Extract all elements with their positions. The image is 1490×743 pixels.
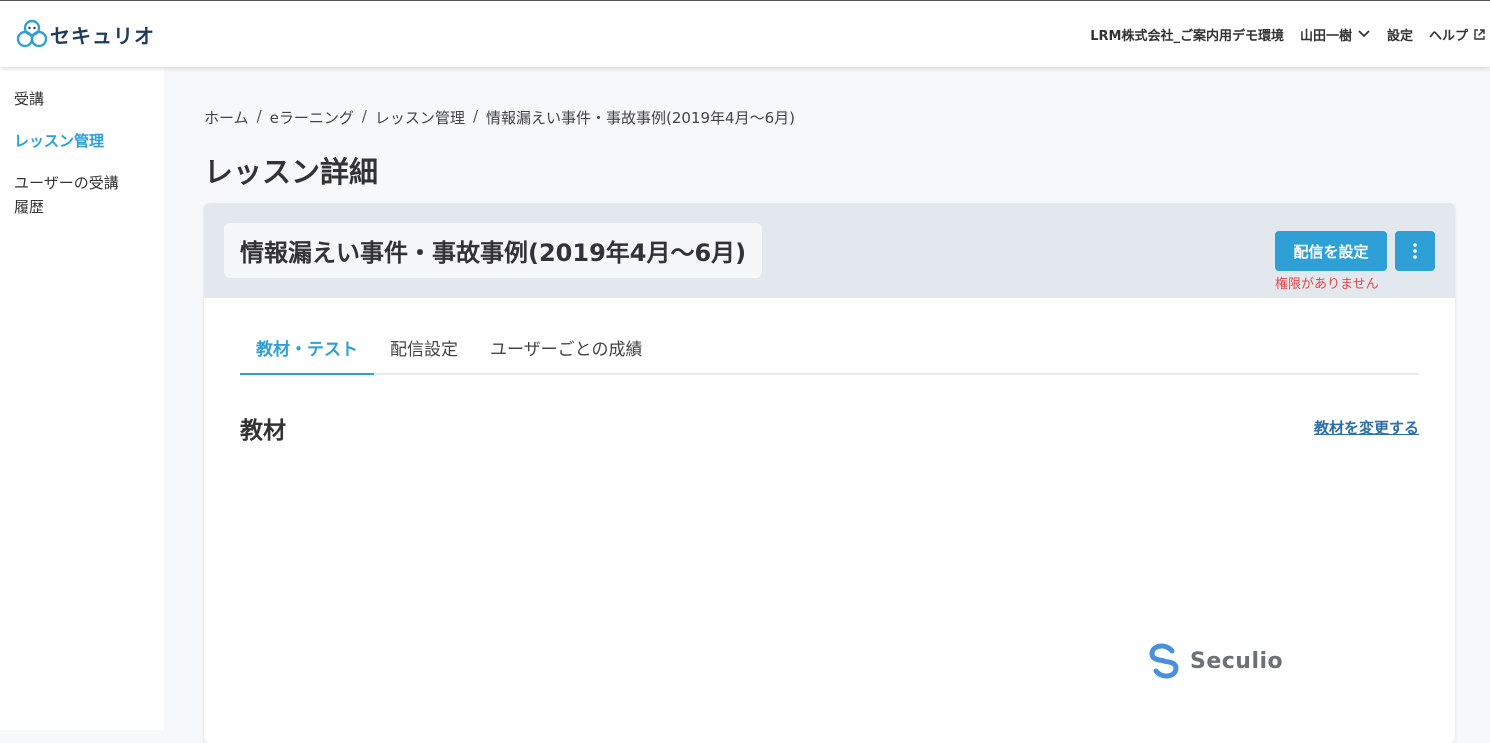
sidebar-item-attend[interactable]: 受講: [0, 85, 164, 113]
logo-text: セキュリオ: [50, 23, 155, 48]
page-title: レッスン詳細: [204, 155, 379, 189]
external-link-icon: [1474, 28, 1485, 40]
breadcrumb: ホーム / eラーニング / レッスン管理 / 情報漏えい事件・事故事例(201…: [204, 107, 795, 128]
chevron-down-icon: [1358, 30, 1370, 38]
header-nav: LRM株式会社_ご案内用デモ環境 山田一樹 設定 ヘルプ: [1074, 25, 1486, 44]
more-options-button[interactable]: [1395, 231, 1435, 271]
sidebar-item-lesson-management[interactable]: レッスン管理: [0, 127, 164, 155]
help-label: ヘルプ: [1428, 28, 1468, 44]
tab-materials-tests[interactable]: 教材・テスト: [240, 323, 374, 375]
user-name: 山田一樹: [1299, 28, 1352, 44]
company-name: LRM株式会社_ご案内用デモ環境: [1090, 28, 1284, 44]
vertical-dots-icon: [1413, 243, 1417, 259]
seculio-logo-text: Seculio: [1190, 648, 1284, 674]
breadcrumb-current: 情報漏えい事件・事故事例(2019年4月～6月): [486, 109, 795, 127]
sidebar: 受講 レッスン管理 ユーザーの受講履歴: [0, 67, 164, 730]
breadcrumb-separator: /: [361, 107, 367, 125]
app-logo[interactable]: セキュリオ: [16, 19, 155, 49]
breadcrumb-lesson-management[interactable]: レッスン管理: [375, 107, 465, 128]
main-content: ホーム / eラーニング / レッスン管理 / 情報漏えい事件・事故事例(201…: [164, 67, 1490, 743]
breadcrumb-elearning[interactable]: eラーニング: [270, 107, 354, 128]
breadcrumb-separator: /: [256, 107, 262, 125]
lesson-card-header: 情報漏えい事件・事故事例(2019年4月～6月) 配信を設定 権限がありません: [204, 203, 1455, 298]
material-preview-logo: Seculio: [1142, 643, 1283, 679]
sidebar-item-user-history[interactable]: ユーザーの受講履歴: [0, 169, 140, 221]
lesson-title: 情報漏えい事件・事故事例(2019年4月～6月): [224, 223, 763, 278]
seculio-logo-icon: [1149, 643, 1179, 679]
settings-link[interactable]: 設定: [1387, 25, 1413, 44]
material-heading: 教材: [240, 418, 286, 444]
breadcrumb-home[interactable]: ホーム: [204, 107, 249, 128]
help-link[interactable]: ヘルプ: [1429, 25, 1486, 44]
tab-user-scores[interactable]: ユーザーごとの成績: [474, 323, 659, 375]
no-permission-message: 権限がありません: [1275, 277, 1379, 292]
deliver-settings-button[interactable]: 配信を設定: [1275, 231, 1387, 271]
top-header: セキュリオ LRM株式会社_ご案内用デモ環境 山田一樹 設定 ヘルプ: [0, 0, 1490, 67]
breadcrumb-separator: /: [472, 107, 478, 125]
change-material-link[interactable]: 教材を変更する: [1314, 417, 1419, 438]
lesson-card: 情報漏えい事件・事故事例(2019年4月～6月) 配信を設定 権限がありません …: [204, 203, 1455, 743]
cloud-mascot-icon: [16, 19, 48, 48]
lesson-tabs: 教材・テスト 配信設定 ユーザーごとの成績: [240, 323, 1419, 375]
tab-delivery-settings[interactable]: 配信設定: [374, 323, 474, 375]
user-menu[interactable]: 山田一樹: [1300, 25, 1371, 44]
